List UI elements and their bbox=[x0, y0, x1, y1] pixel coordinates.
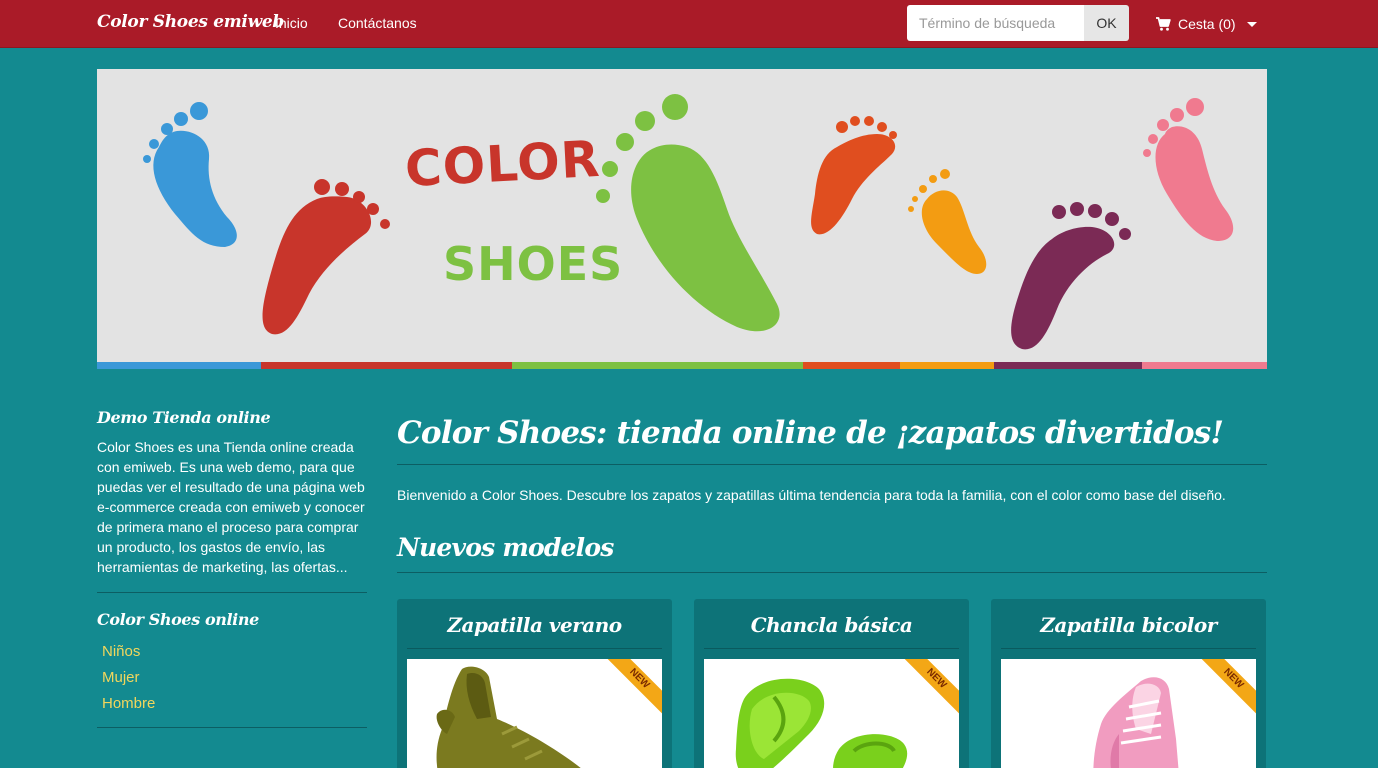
footprint-green-icon bbox=[596, 94, 780, 332]
product-image[interactable]: NEW bbox=[407, 659, 662, 768]
hero-banner: COLOR SHOES bbox=[97, 69, 1267, 369]
footprints-illustration bbox=[143, 94, 1234, 350]
demo-title: Demo Tienda online bbox=[97, 408, 271, 427]
chevron-down-icon bbox=[1246, 21, 1257, 27]
page-title: Color Shoes: tienda online de ¡zapatos d… bbox=[397, 415, 1224, 451]
cart-label: Cesta (0) bbox=[1178, 16, 1236, 32]
product-image[interactable]: NEW bbox=[1001, 659, 1256, 768]
product-card[interactable]: Zapatilla verano NEW bbox=[397, 599, 672, 768]
footprint-blue-icon bbox=[143, 102, 237, 247]
product-card[interactable]: Chancla básica NEW bbox=[694, 599, 969, 768]
footprint-yellow-icon bbox=[908, 169, 987, 274]
list-item: Mujer bbox=[97, 665, 367, 691]
footprint-pink-icon bbox=[1143, 98, 1234, 241]
divider bbox=[397, 464, 1267, 465]
list-item: Hombre bbox=[97, 691, 367, 717]
product-card[interactable]: Zapatilla bicolor NEW bbox=[991, 599, 1266, 768]
product-grid: Zapatilla verano NEW Chancla básica NEW … bbox=[397, 599, 1267, 768]
sidebar: Demo Tienda online Color Shoes es una Ti… bbox=[97, 408, 367, 728]
main-content: Color Shoes: tienda online de ¡zapatos d… bbox=[397, 408, 1267, 768]
section-title: Nuevos modelos bbox=[397, 533, 614, 562]
footprint-purple-icon bbox=[1011, 202, 1131, 350]
demo-description: Color Shoes es una Tienda online creada … bbox=[97, 439, 365, 575]
product-name[interactable]: Chancla básica bbox=[704, 599, 959, 649]
top-navbar: Color Shoes emiweb Inicio Contáctanos OK… bbox=[0, 0, 1378, 48]
banner-title-color: COLOR bbox=[403, 129, 602, 199]
search-input[interactable] bbox=[907, 5, 1084, 41]
category-link-mujer[interactable]: Mujer bbox=[102, 669, 140, 686]
product-name[interactable]: Zapatilla verano bbox=[407, 599, 662, 649]
list-item: Niños bbox=[97, 639, 367, 665]
cart-dropdown[interactable]: Cesta (0) bbox=[1155, 14, 1257, 34]
product-name[interactable]: Zapatilla bicolor bbox=[1001, 599, 1256, 649]
categories-title: Color Shoes online bbox=[97, 610, 259, 629]
product-image[interactable]: NEW bbox=[704, 659, 959, 768]
intro-text: Bienvenido a Color Shoes. Descubre los z… bbox=[397, 487, 1226, 503]
search-button[interactable]: OK bbox=[1084, 5, 1129, 41]
category-list: Niños Mujer Hombre bbox=[97, 639, 367, 717]
footprint-orange-icon bbox=[811, 116, 897, 235]
banner-title-shoes: SHOES bbox=[443, 237, 624, 291]
category-link-ninos[interactable]: Niños bbox=[102, 643, 140, 660]
footprint-red-icon bbox=[262, 179, 390, 335]
nav-link-inicio[interactable]: Inicio bbox=[275, 15, 308, 31]
brand-logo[interactable]: Color Shoes emiweb bbox=[97, 12, 284, 32]
divider bbox=[97, 727, 367, 728]
divider bbox=[397, 572, 1267, 573]
color-stripe bbox=[97, 362, 1267, 369]
divider bbox=[97, 592, 367, 593]
nav-link-contactanos[interactable]: Contáctanos bbox=[338, 15, 417, 31]
category-link-hombre[interactable]: Hombre bbox=[102, 695, 155, 712]
shopping-cart-icon bbox=[1156, 17, 1171, 31]
